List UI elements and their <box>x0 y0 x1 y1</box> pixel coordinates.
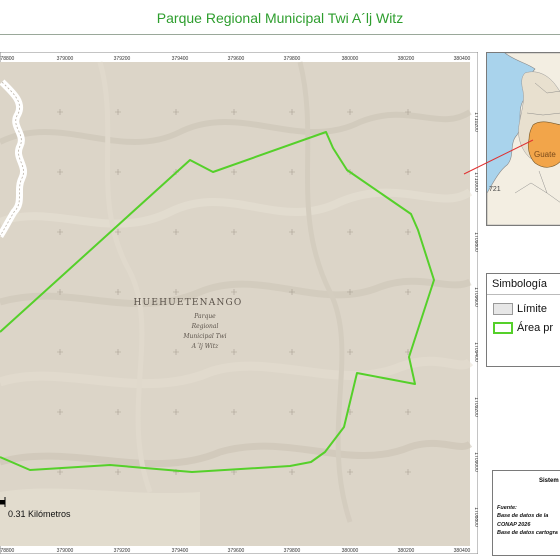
source-line: CONAP 2026 <box>497 522 531 528</box>
legend-title: Simbología <box>492 278 548 290</box>
legend-item-label: Límite <box>517 302 547 315</box>
source-info-box: Sistem Fuente: Base de datos de la CONAP… <box>492 470 560 556</box>
source-line: Base de datos de la <box>497 513 549 519</box>
inset-pointer <box>463 139 534 175</box>
limit-swatch <box>493 302 513 315</box>
protected-area-swatch <box>493 321 513 334</box>
source-line: Base de datos cartogra <box>497 530 558 536</box>
info-heading: Sistem <box>539 478 559 484</box>
legend-item-protected-area: Área pr <box>493 319 553 335</box>
source-label: Fuente: <box>497 505 517 511</box>
legend-divider <box>487 294 560 295</box>
legend-item-label: Área pr <box>517 321 554 334</box>
legend: Simbología Límite Área pr <box>486 273 560 367</box>
legend-item-limit: Límite <box>493 300 547 316</box>
